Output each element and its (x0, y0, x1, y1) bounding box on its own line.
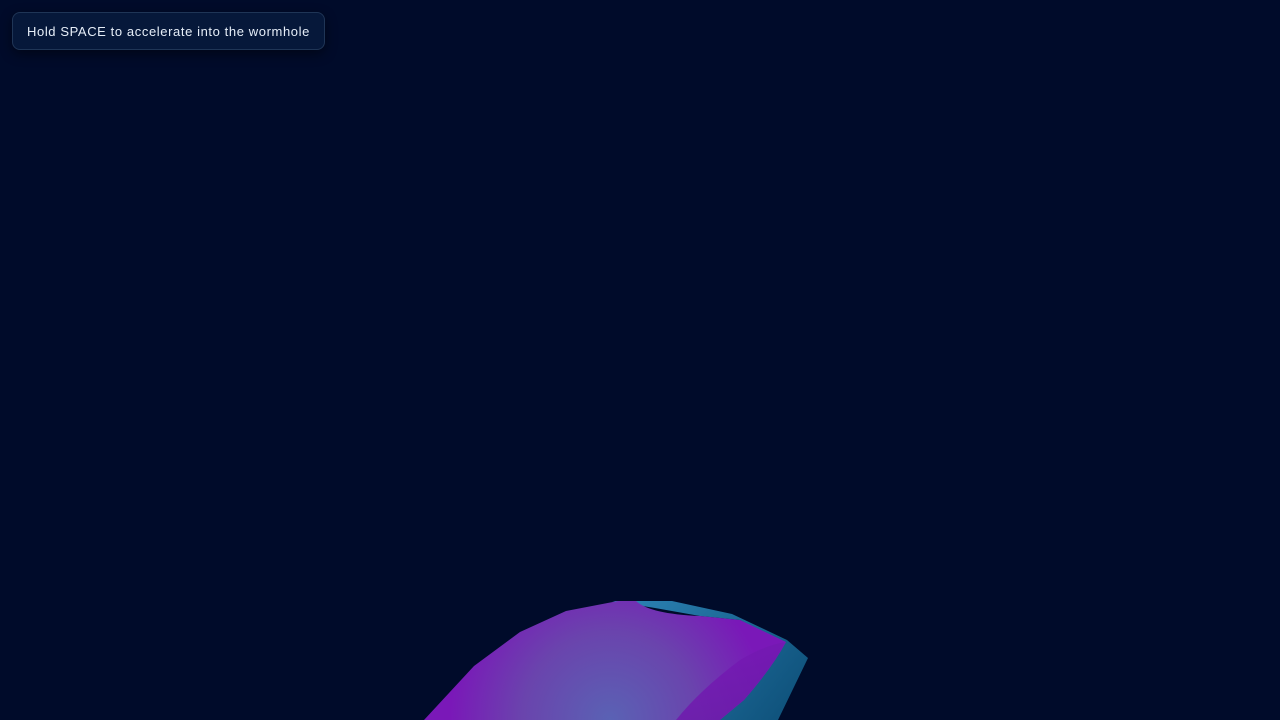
instruction-hint: Hold SPACE to accelerate into the wormho… (12, 12, 325, 50)
game-canvas[interactable]: Hold SPACE to accelerate into the wormho… (0, 0, 1280, 720)
instruction-hint-text: Hold SPACE to accelerate into the wormho… (27, 23, 310, 39)
wormhole-tube (424, 601, 808, 720)
